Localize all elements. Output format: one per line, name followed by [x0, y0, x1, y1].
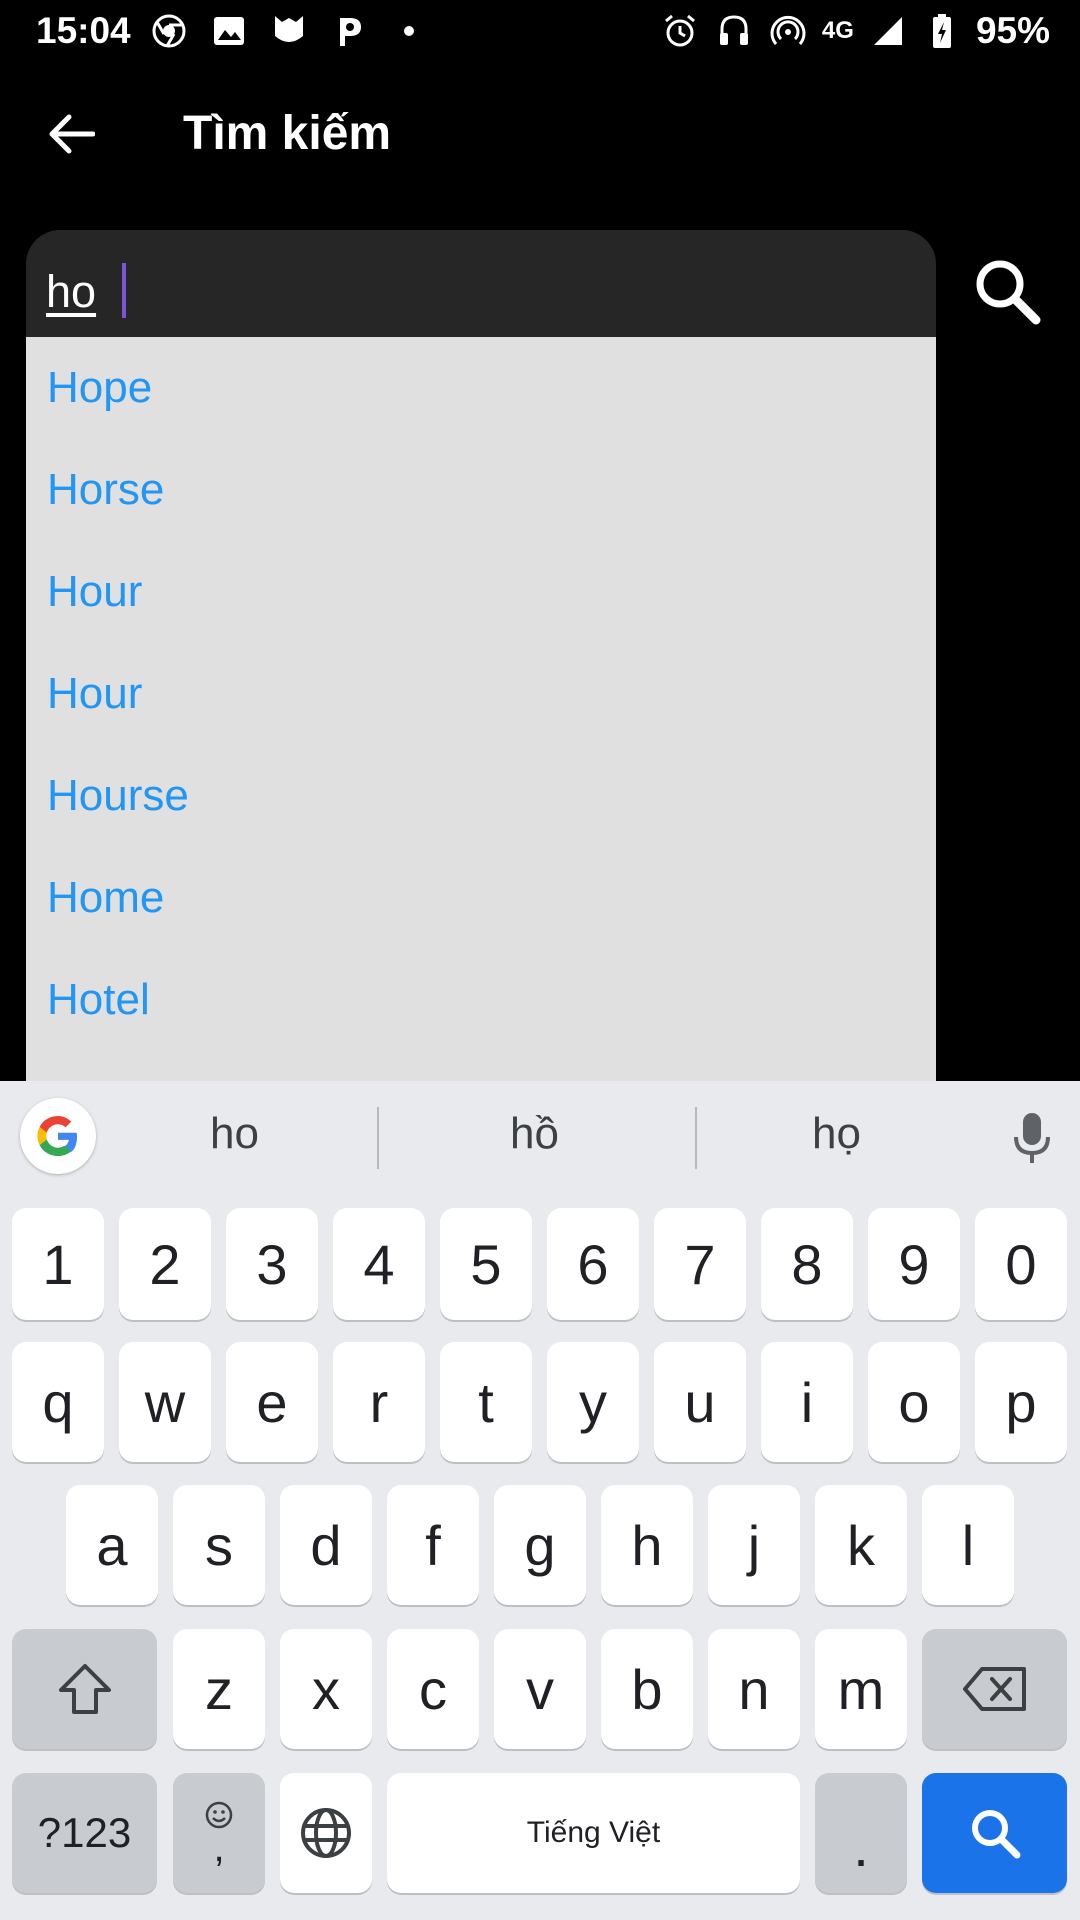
gallery-icon: [210, 12, 248, 50]
symbols-key[interactable]: ?123: [12, 1773, 157, 1893]
symbols-key-label: ?123: [37, 1809, 132, 1856]
suggestion-item[interactable]: Hour: [26, 541, 936, 643]
mic-button[interactable]: [1008, 1111, 1056, 1167]
arrow-back-icon: [49, 114, 95, 154]
keyboard-suggestion[interactable]: ho: [210, 1109, 259, 1159]
dot-icon: [390, 12, 428, 50]
shield-app-icon: [270, 12, 308, 50]
emoji-comma-key[interactable]: ,: [173, 1773, 265, 1893]
key-v[interactable]: v: [494, 1629, 586, 1749]
shift-key[interactable]: [12, 1629, 157, 1749]
key-f[interactable]: f: [387, 1485, 479, 1605]
key-k[interactable]: k: [815, 1485, 907, 1605]
key-q[interactable]: q: [12, 1342, 104, 1462]
key-p[interactable]: p: [975, 1342, 1067, 1462]
back-button[interactable]: [40, 102, 104, 166]
status-time: 15:04: [36, 10, 131, 51]
language-key[interactable]: [280, 1773, 372, 1893]
key-m[interactable]: m: [815, 1629, 907, 1749]
mic-icon: [1014, 1113, 1050, 1163]
key-n[interactable]: n: [708, 1629, 800, 1749]
key-s[interactable]: s: [173, 1485, 265, 1605]
search-button[interactable]: [966, 250, 1046, 330]
suggestion-item[interactable]: Hour: [26, 643, 936, 745]
search-icon: [976, 260, 1041, 325]
suggestion-item[interactable]: Home: [26, 847, 936, 949]
suggestion-item[interactable]: Hotel: [26, 949, 936, 1051]
comma-label: ,: [213, 1826, 225, 1870]
key-z[interactable]: z: [173, 1629, 265, 1749]
key-h[interactable]: h: [601, 1485, 693, 1605]
google-button[interactable]: [20, 1098, 96, 1174]
space-key[interactable]: Tiếng Việt: [387, 1773, 800, 1893]
key-8[interactable]: 8: [761, 1208, 853, 1320]
key-l[interactable]: l: [922, 1485, 1014, 1605]
key-1[interactable]: 1: [12, 1208, 104, 1320]
keyboard: ho hồ họ 1 2 3 4 5 6 7 8 9 0 q w e r t y…: [0, 1081, 1080, 1920]
divider: [695, 1107, 697, 1169]
key-r[interactable]: r: [333, 1342, 425, 1462]
key-x[interactable]: x: [280, 1629, 372, 1749]
divider: [377, 1107, 379, 1169]
search-input-value[interactable]: ho: [46, 266, 96, 318]
key-6[interactable]: 6: [547, 1208, 639, 1320]
key-o[interactable]: o: [868, 1342, 960, 1462]
backspace-icon: [962, 1667, 1026, 1711]
search-icon: [971, 1810, 1020, 1859]
suggestion-item[interactable]: Hourse: [26, 745, 936, 847]
status-bar: 15:04 4G 95%: [0, 0, 1080, 62]
key-0[interactable]: 0: [975, 1208, 1067, 1320]
backspace-key[interactable]: [922, 1629, 1067, 1749]
headset-icon: [714, 11, 754, 51]
period-key[interactable]: .: [815, 1773, 907, 1893]
key-g[interactable]: g: [494, 1485, 586, 1605]
globe-icon: [301, 1808, 351, 1858]
network-type: 4G: [821, 17, 854, 44]
battery-level: 95%: [975, 10, 1050, 51]
search-input[interactable]: ho: [26, 230, 936, 338]
hotspot-icon: [768, 11, 808, 51]
key-u[interactable]: u: [654, 1342, 746, 1462]
suggestion-item[interactable]: Horse: [26, 439, 936, 541]
shift-icon: [58, 1664, 111, 1714]
key-4[interactable]: 4: [333, 1208, 425, 1320]
key-d[interactable]: d: [280, 1485, 372, 1605]
p-app-icon: [330, 12, 368, 50]
key-t[interactable]: t: [440, 1342, 532, 1462]
chrome-icon: [150, 12, 188, 50]
alarm-icon: [660, 11, 700, 51]
page-title: Tìm kiếm: [183, 107, 392, 160]
battery-icon: [922, 11, 962, 51]
key-c[interactable]: c: [387, 1629, 479, 1749]
text-caret: [122, 263, 126, 318]
keyboard-suggestion[interactable]: hồ: [510, 1109, 559, 1159]
suggestion-item[interactable]: Hope: [26, 337, 936, 439]
key-j[interactable]: j: [708, 1485, 800, 1605]
key-b[interactable]: b: [601, 1629, 693, 1749]
google-icon: [37, 1116, 77, 1156]
key-3[interactable]: 3: [226, 1208, 318, 1320]
key-e[interactable]: e: [226, 1342, 318, 1462]
key-9[interactable]: 9: [868, 1208, 960, 1320]
key-2[interactable]: 2: [119, 1208, 211, 1320]
suggestion-list: Hope Horse Hour Hour Hourse Home Hotel: [26, 337, 936, 1081]
app-bar: Tìm kiếm: [0, 62, 1080, 212]
key-y[interactable]: y: [547, 1342, 639, 1462]
space-key-label: Tiếng Việt: [526, 1816, 661, 1849]
key-7[interactable]: 7: [654, 1208, 746, 1320]
key-i[interactable]: i: [761, 1342, 853, 1462]
key-a[interactable]: a: [66, 1485, 158, 1605]
key-w[interactable]: w: [119, 1342, 211, 1462]
keyboard-suggestion-strip: ho hồ họ: [0, 1081, 1080, 1196]
key-5[interactable]: 5: [440, 1208, 532, 1320]
keyboard-search-key[interactable]: [922, 1773, 1067, 1893]
keyboard-suggestion[interactable]: họ: [812, 1109, 861, 1159]
signal-icon: [868, 11, 908, 51]
